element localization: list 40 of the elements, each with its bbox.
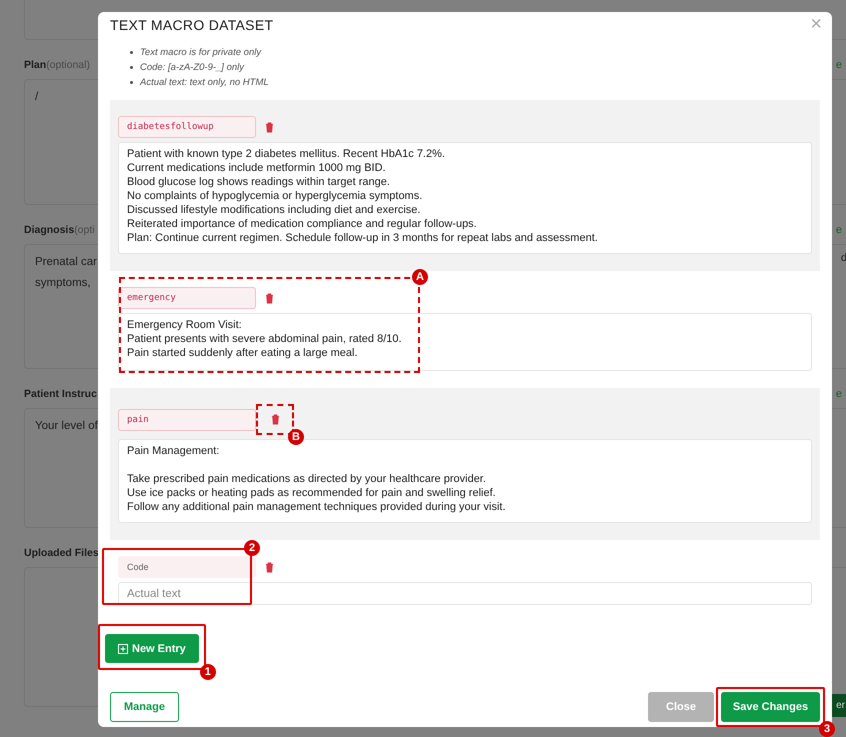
bullet-icon [130,51,133,54]
text-field[interactable]: Patient with known type 2 diabetes mellitus. Recent HbA1c 7.2%. Current medications include metformin 1000 mg BID. Blood glucose log shows readings within target range. No complaints of hypoglycemia or hyperglycemia symptoms. Discussed lifestyle modifications including diet and exercise. Reiterated importance of medication compliance and regular follow-ups. Plan: Continue current regimen. Schedule follow-up in 3 months for repeat labs and assessment. [118,142,812,254]
text-field[interactable]: Actual text [118,582,812,605]
text-area-content: Prenatal car symptoms, [35,256,98,289]
plus-square-icon [118,644,128,654]
callout-badge: B [288,429,304,445]
text-area-content: d [840,252,846,264]
code-field[interactable]: Code [118,556,256,578]
text-field[interactable]: Emergency Room Visit: Patient presents with severe abdominal pain, rated 8/10. Pain started suddenly after eating a large meal. [118,313,812,371]
note-item: Text macro is for private only [140,46,262,60]
bullet-icon [130,66,133,69]
text-area-content: Your level of [35,420,98,432]
callout-badge: 1 [200,664,216,680]
field-label: Patient Instruc [24,388,97,402]
callout-badge: A [412,269,428,285]
field-label: Uploaded Files [24,547,99,561]
close-button[interactable]: Close [648,692,714,722]
template-link[interactable]: e [836,388,842,402]
template-link[interactable]: e [836,59,842,73]
callout-badge: 2 [244,540,260,556]
code-field[interactable]: pain [118,408,256,430]
note-item: Actual text: text only, no HTML [140,76,270,90]
new-entry-button[interactable]: New Entry [105,634,199,663]
modal-title: TEXT MACRO DATASET [110,16,274,32]
close-button[interactable]: × [810,13,822,36]
callout-badge: 3 [819,721,835,737]
manage-button[interactable]: Manage [110,692,179,722]
text-area-content: / [35,91,38,103]
save-changes-button[interactable]: Save Changes [721,692,820,722]
code-field[interactable]: diabetesfollowup [118,116,256,138]
bullet-icon [130,81,133,84]
background-button[interactable]: er [831,694,846,717]
trash-icon[interactable] [264,122,274,132]
code-field[interactable]: emergency [118,287,256,309]
note-item: Code: [a-zA-Z0-9-_] only [140,61,246,75]
trash-icon[interactable] [264,562,274,572]
trash-icon[interactable] [264,292,274,304]
text-field[interactable]: Pain Management: Take prescribed pain medications as directed by your healthcare provider. Use ice packs or heating pads as recommended for pain and swelling relief. Follow any additional pain management techniques provided during your visit. [118,439,812,523]
template-link[interactable]: e [836,224,842,238]
trash-icon[interactable] [270,414,280,425]
